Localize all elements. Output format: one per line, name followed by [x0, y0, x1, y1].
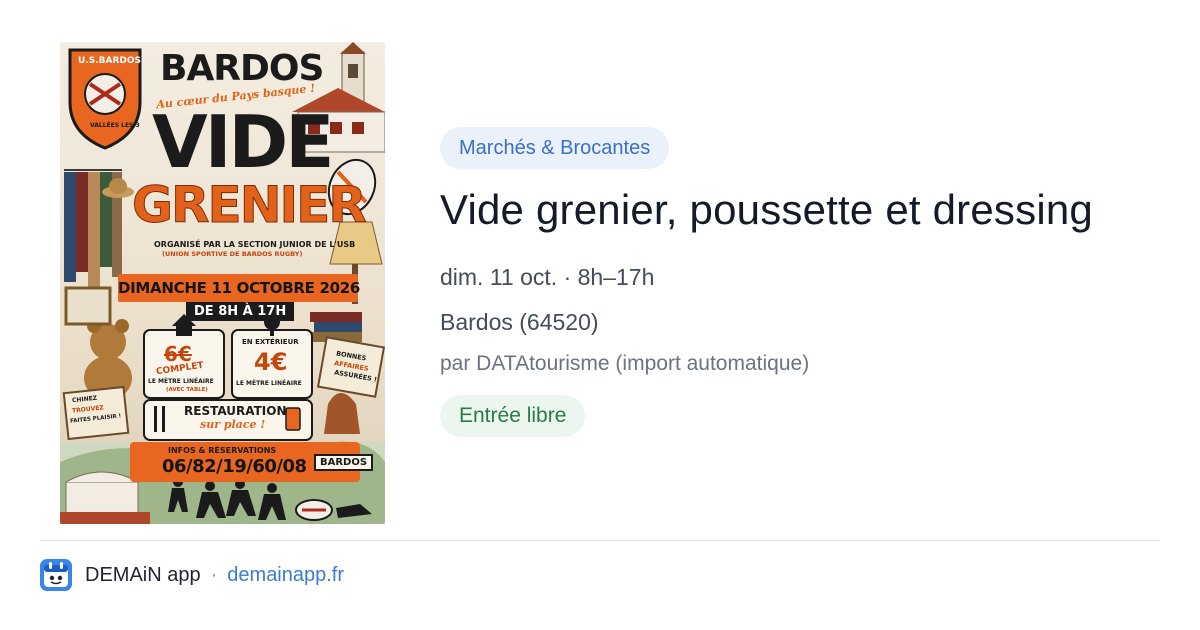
app-website-link[interactable]: demainapp.fr [227, 564, 344, 587]
poster-organizer-sub: (UNION SPORTIVE DE BARDOS RUGBY) [162, 250, 303, 258]
poster-inside-note: (AVEC TABLE) [166, 387, 208, 393]
poster-infos: INFOS & RÉSERVATIONS [168, 446, 277, 455]
app-logo-icon [40, 559, 72, 591]
poster-food-sub: sur place ! [200, 418, 266, 431]
footer-separator: · [210, 563, 218, 586]
poster-inside-unit: LE MÈTRE LINÉAIRE [148, 378, 214, 385]
event-poster-image: U.S.BARDOS VALLÉES LES 3 BARDOS Au cœur … [60, 42, 385, 524]
poster-vide: VIDE [152, 100, 334, 184]
poster-organizer: ORGANISÉ PAR LA SECTION JUNIOR DE L'USB [154, 240, 356, 249]
poster-hours: DE 8H À 17H [186, 302, 295, 321]
footer: DEMAiN app · demainapp.fr [40, 558, 344, 592]
poster-club-sub: VALLÉES LES 3 [90, 122, 140, 129]
price-badge: Entrée libre [440, 395, 586, 437]
poster-date: DIMANCHE 11 OCTOBRE 2026 [118, 274, 360, 302]
category-badge: Marchés & Brocantes [440, 127, 670, 169]
poster-outside-label: EN EXTÉRIEUR [242, 338, 299, 346]
poster-grenier: GRENIER [132, 176, 368, 234]
app-name: DEMAiN app [85, 563, 201, 586]
poster-club-label: U.S.BARDOS [78, 56, 141, 66]
poster-sign: BARDOS [314, 454, 374, 471]
poster-outside-unit: LE MÈTRE LINÉAIRE [236, 380, 302, 387]
event-source: par DATAtourisme (import automatique) [440, 352, 810, 375]
event-datetime: dim. 11 oct. · 8h–17h [440, 264, 655, 290]
poster-outside-price: 4€ [254, 348, 288, 376]
event-title: Vide grenier, poussette et dressing [440, 186, 1093, 233]
event-location: Bardos (64520) [440, 309, 599, 335]
footer-divider [40, 540, 1160, 541]
poster-phone: 06/82/19/60/08 [162, 456, 307, 477]
poster-food: RESTAURATION [184, 404, 287, 418]
